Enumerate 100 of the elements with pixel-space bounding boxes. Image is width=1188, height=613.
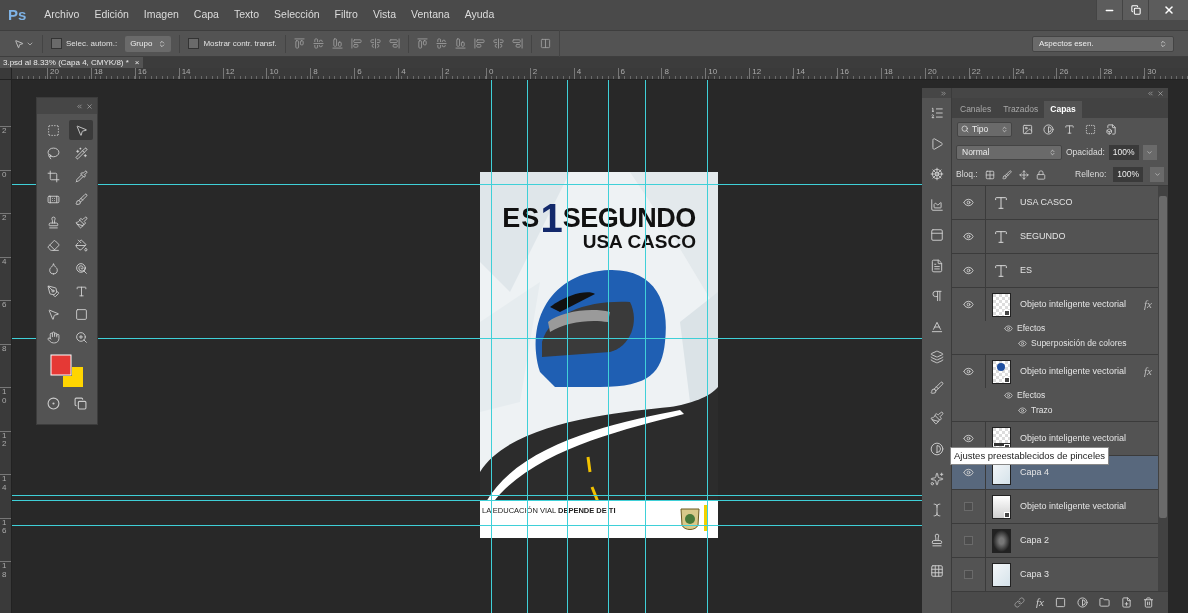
visibility-toggle[interactable] (964, 570, 973, 579)
menu-item[interactable]: Ayuda (464, 7, 495, 23)
smart-object-filter-icon[interactable] (1106, 123, 1117, 135)
distribute-icon[interactable] (454, 38, 466, 49)
align-icon[interactable] (369, 38, 381, 49)
shape-filter-icon[interactable] (1085, 123, 1096, 135)
fill-field[interactable]: 100% (1113, 167, 1143, 182)
workspace-select[interactable]: Aspectos esen. (1032, 35, 1174, 52)
collapse-icon[interactable] (1147, 89, 1154, 97)
folder-icon[interactable] (1099, 597, 1110, 608)
play-icon[interactable] (929, 136, 944, 151)
new-layer-icon[interactable] (1121, 597, 1132, 608)
visibility-icon[interactable] (963, 433, 974, 444)
wheel-icon[interactable] (929, 167, 944, 182)
adjustment-layer-icon[interactable] (1077, 597, 1088, 608)
panel-tab[interactable]: Capas (1044, 101, 1082, 118)
layer-row[interactable]: Objeto inteligente vectorial (952, 490, 1158, 524)
align-icon[interactable] (331, 38, 343, 49)
background-color-swatch[interactable] (63, 367, 83, 387)
trash-icon[interactable] (1143, 597, 1154, 608)
menu-item[interactable]: Imagen (143, 7, 179, 23)
collapse-icon[interactable] (76, 102, 83, 110)
tool-presets-icon[interactable] (929, 563, 944, 578)
scrollbar-thumb[interactable] (1159, 196, 1167, 518)
document-tab[interactable]: 3.psd al 8.33% (Capa 4, CMYK/8) * × (0, 57, 143, 68)
link-icon[interactable] (1014, 597, 1026, 608)
image-filter-icon[interactable] (1022, 123, 1033, 135)
paragraph-icon[interactable] (929, 289, 944, 304)
distribute-icon[interactable] (416, 38, 428, 49)
visibility-icon[interactable] (1018, 339, 1027, 348)
menu-item[interactable]: Vista (372, 7, 397, 23)
visibility-toggle[interactable] (964, 536, 973, 545)
clone-source-icon[interactable] (929, 533, 944, 548)
layer-row[interactable]: ES (952, 254, 1158, 288)
menu-item[interactable]: Filtro (334, 7, 358, 23)
menu-item[interactable]: Archivo (44, 7, 80, 23)
caret-icon[interactable] (1153, 171, 1161, 178)
brush-presets-icon[interactable] (929, 411, 944, 426)
blend-mode-select[interactable]: Normal (956, 144, 1062, 160)
history-icon[interactable] (929, 106, 944, 121)
histogram-icon[interactable] (929, 197, 944, 212)
distribute-icon[interactable] (511, 38, 523, 49)
layer-row[interactable]: USA CASCO (952, 186, 1158, 220)
notes-icon[interactable] (929, 258, 944, 273)
distribute-icon[interactable] (435, 38, 447, 49)
layer-row[interactable]: Objeto inteligente vectorial fx Efectos Trazo (952, 355, 1158, 422)
visibility-icon[interactable] (963, 265, 974, 276)
align-icon[interactable] (350, 38, 362, 49)
layer-style-button[interactable]: fx (1036, 594, 1044, 611)
restore-icon[interactable] (1130, 5, 1141, 15)
brush-icon[interactable] (929, 380, 944, 395)
visibility-toggle[interactable] (964, 502, 973, 511)
close-icon[interactable] (1162, 4, 1175, 16)
visibility-icon[interactable] (1004, 391, 1013, 400)
styles-icon[interactable] (929, 472, 944, 487)
auto-align-icon[interactable] (539, 38, 551, 49)
visibility-icon[interactable] (963, 366, 974, 377)
tab-close[interactable]: × (134, 58, 140, 67)
visibility-icon[interactable] (963, 197, 974, 208)
menu-item[interactable]: Selección (274, 7, 320, 23)
visibility-icon[interactable] (963, 467, 974, 478)
menu-item[interactable]: Ventana (411, 7, 450, 23)
mask-icon[interactable] (1055, 597, 1066, 608)
screen-mode-icon[interactable] (74, 397, 87, 410)
checkbox[interactable] (51, 38, 62, 49)
lock-icon[interactable] (1035, 169, 1046, 180)
caret-icon[interactable] (1146, 148, 1153, 156)
foreground-color-swatch[interactable] (50, 354, 72, 376)
close-icon[interactable] (86, 102, 93, 110)
align-icon[interactable] (312, 38, 324, 49)
mode-select[interactable]: Grupo (125, 35, 172, 52)
align-icon[interactable] (388, 38, 400, 49)
visibility-icon[interactable] (963, 299, 974, 310)
distribute-icon[interactable] (492, 38, 504, 49)
visibility-icon[interactable] (1004, 324, 1013, 333)
tool-preset-picker[interactable] (14, 38, 34, 49)
quick-mask-icon[interactable] (47, 397, 60, 410)
layer-row[interactable]: Capa 2 (952, 524, 1158, 558)
panel-tab[interactable]: Trazados (997, 101, 1045, 118)
filter-select[interactable]: Tipo (957, 121, 1012, 137)
panel-icon[interactable] (929, 228, 944, 243)
lock-transparency-icon[interactable] (984, 169, 995, 180)
layer-row[interactable]: Objeto inteligente vectorial fx Efectos Superposición de colores (952, 288, 1158, 355)
checkbox[interactable] (188, 38, 200, 49)
tool-button[interactable] (69, 120, 93, 140)
type-filter-icon[interactable] (1064, 123, 1075, 135)
panel-tab[interactable]: Canales (954, 101, 998, 118)
lock-position-icon[interactable] (1018, 169, 1029, 180)
align-icon[interactable] (293, 38, 305, 49)
layer-row[interactable]: SEGUNDO (952, 220, 1158, 254)
visibility-icon[interactable] (1018, 406, 1027, 415)
menu-item[interactable]: Capa (193, 7, 219, 23)
expand-icon[interactable] (940, 89, 947, 97)
adjustment-filter-icon[interactable] (1043, 123, 1054, 135)
menu-item[interactable]: Texto (233, 7, 260, 23)
opacity-field[interactable]: 100% (1108, 144, 1139, 160)
close-icon[interactable] (1157, 89, 1164, 97)
visibility-icon[interactable] (963, 231, 974, 242)
adjustments-icon[interactable] (929, 441, 944, 456)
menu-item[interactable]: Edición (94, 7, 129, 23)
